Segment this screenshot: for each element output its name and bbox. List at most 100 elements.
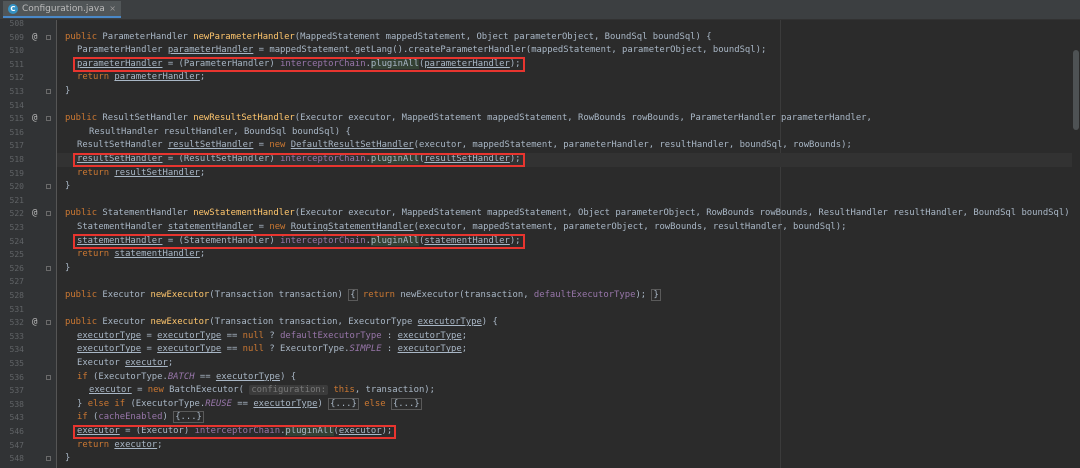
line-number: 515 [9,114,24,124]
code-token: (Transaction transaction, ExecutorType [209,317,418,328]
code-line[interactable]: executor = new BatchExecutor( configurat… [89,384,435,398]
code-line[interactable]: } [65,452,70,466]
code-token: BATCH [167,371,195,382]
code-line[interactable]: } else if (ExecutorType.REUSE == executo… [77,397,422,412]
code-line[interactable]: ParameterHandler parameterHandler = mapp… [77,44,766,58]
code-token: = [253,140,270,151]
code-line[interactable]: Executor executor; [77,357,173,371]
code-token: return [362,290,401,300]
code-token: executorType [215,371,281,382]
code-token: ParameterHandler [102,31,194,42]
code-line[interactable]: public ParameterHandler newParameterHand… [65,31,712,45]
code-line[interactable]: StatementHandler statementHandler = new … [77,221,846,235]
code-line[interactable]: public Executor newExecutor(Transaction … [65,289,661,303]
fold-marker-icon[interactable] [46,184,51,190]
code-line[interactable]: } [65,180,70,194]
line-number: 526 [9,263,24,273]
code-line[interactable]: return parameterHandler; [77,71,205,85]
line-number: 534 [9,345,24,355]
line-number: 521 [9,195,24,205]
code-line[interactable]: } [65,262,70,276]
code-line[interactable]: public Executor newExecutor(Transaction … [65,316,498,330]
line-number-gutter: 508 509 @510 511 512 513 514 515 @516 517 518 519 52… [0,19,57,468]
fold-marker-icon[interactable] [46,34,51,40]
code-token: executorType [157,344,222,355]
code-token: parameterHandler [167,45,254,56]
code-token: ? ExecutorType. [269,344,350,355]
code-line[interactable]: ResultHandler resultHandler, BoundSql bo… [89,126,351,140]
code-line[interactable]: return statementHandler; [77,248,205,262]
code-token: defaultExecutorType [280,330,382,341]
tab-configuration-java[interactable]: C Configuration.java × [3,1,121,18]
code-token: ; [157,439,163,450]
code-line[interactable]: if (ExecutorType.BATCH == executorType) … [77,371,296,385]
line-number: 510 [9,46,24,56]
code-line[interactable]: return resultSetHandler; [77,167,205,181]
code-area[interactable]: public ParameterHandler newParameterHand… [57,20,1080,468]
code-token: ResultSetHandler [102,113,194,124]
code-token: return [77,167,115,178]
code-token: executor [114,439,158,450]
code-token: (Executor executor, MappedStatement mapp… [294,208,1080,219]
code-token: == [194,371,216,382]
line-number: 522 [9,209,24,219]
line-number: 535 [9,359,24,368]
code-token: SIMPLE [349,344,382,355]
code-line[interactable]: return executor; [77,439,163,453]
code-line[interactable]: public ResultSetHandler newResultSetHand… [65,112,872,126]
code-line[interactable]: executorType = executorType == null ? Ex… [77,343,467,357]
line-number: 516 [9,127,24,137]
code-token: return [77,249,115,260]
editor-tab-bar: C Configuration.java × [0,0,1080,20]
fold-marker-icon[interactable] [46,265,51,271]
code-token: ; [199,167,206,178]
code-token: executorType [397,330,462,341]
code-editor[interactable]: 508 509 @510 511 512 513 514 515 @516 517 518 519 52… [0,19,1080,468]
code-token: } [65,453,71,464]
code-token: public [65,113,103,124]
line-number: 546 [9,427,24,436]
line-number: 511 [9,59,24,69]
code-token: (executor, mappedStatement, parameterObj… [413,222,847,232]
override-marker-icon[interactable]: @ [32,112,37,126]
scrollbar-thumb[interactable] [1073,50,1079,130]
close-icon[interactable]: × [109,4,116,13]
vertical-scrollbar[interactable] [1072,20,1080,468]
code-line[interactable]: } [65,85,70,99]
code-line[interactable]: executorType = executorType == null ? de… [77,330,467,344]
highlight-box [73,234,525,249]
code-token: ; [461,330,468,341]
line-number: 520 [9,182,24,192]
line-number: 517 [9,141,24,151]
code-token: (ExecutorType. [130,398,206,409]
code-token: {...} [390,397,422,410]
code-token: ParameterHandler [77,45,168,56]
code-line[interactable]: public StatementHandler newStatementHand… [65,207,1080,221]
code-line[interactable]: if (cacheEnabled) {...} [77,411,204,425]
code-token: ? [269,330,281,341]
fold-marker-icon[interactable] [46,116,51,122]
override-marker-icon[interactable]: @ [32,31,37,45]
code-token: ) [317,398,329,409]
override-marker-icon[interactable]: @ [32,316,37,330]
fold-marker-icon[interactable] [46,456,51,462]
code-token: public [65,290,103,300]
line-number: 543 [9,413,24,423]
code-token: } [65,86,71,96]
code-token: public [65,31,103,42]
code-token: newExecutor [150,290,210,300]
code-token: {...} [328,397,359,410]
code-token: (executor, mappedStatement, parameterHan… [413,140,852,151]
code-token: : [381,330,398,341]
code-token: newExecutor [150,317,210,328]
line-number: 538 [9,399,24,409]
fold-marker-icon[interactable] [46,89,51,94]
override-marker-icon[interactable]: @ [32,207,37,221]
code-token: ; [167,358,174,368]
fold-marker-icon[interactable] [46,320,51,326]
code-line[interactable]: ResultSetHandler resultSetHandler = new … [77,139,852,153]
fold-marker-icon[interactable] [46,374,51,380]
highlight-box [73,424,397,440]
line-number: 525 [9,250,24,260]
fold-marker-icon[interactable] [46,211,51,217]
